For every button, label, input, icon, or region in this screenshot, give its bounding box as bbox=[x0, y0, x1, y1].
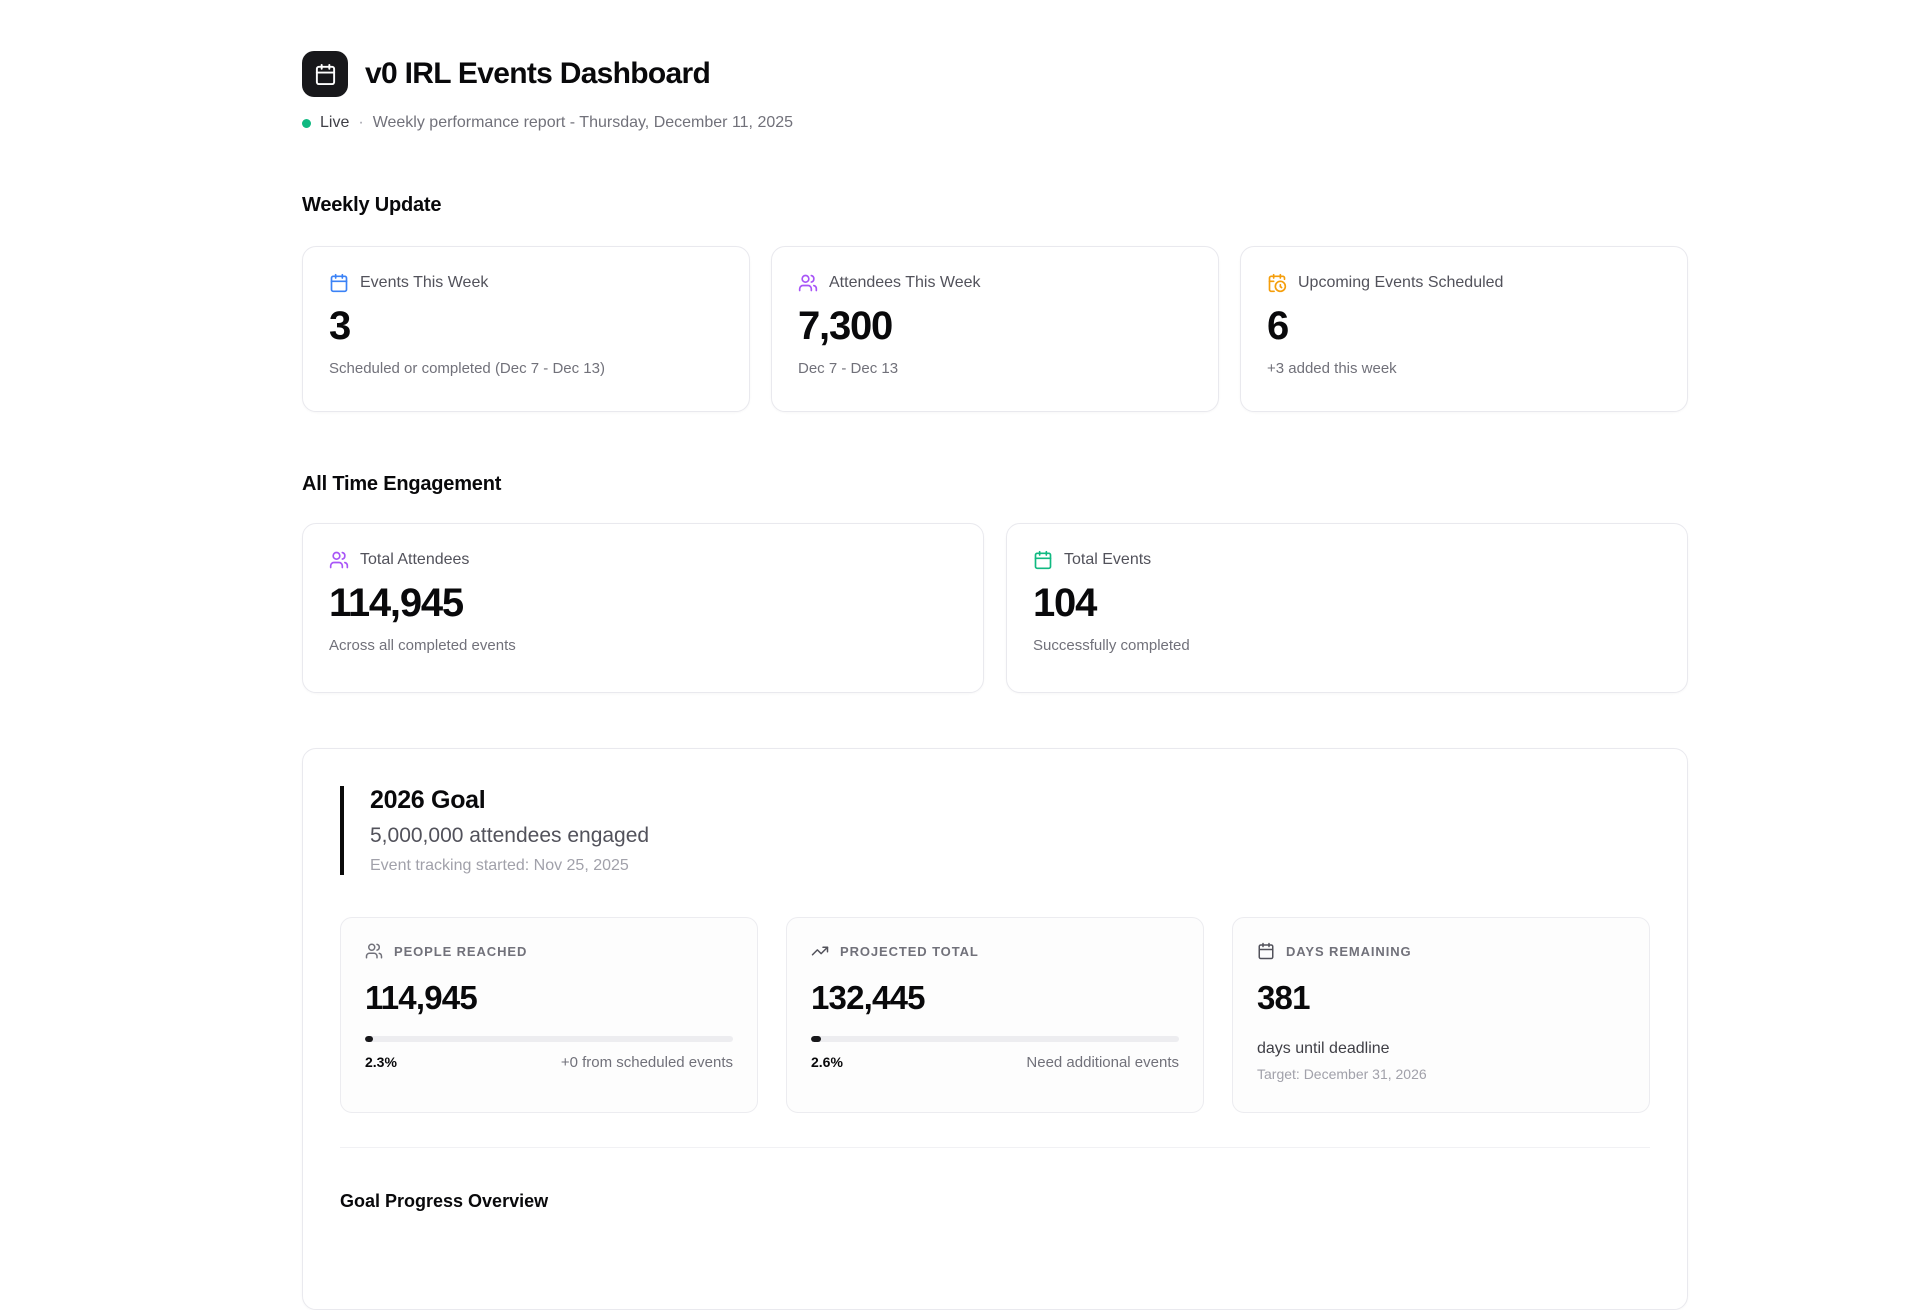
goal-title: 2026 Goal bbox=[370, 786, 1650, 815]
goal-header: 2026 Goal 5,000,000 attendees engaged Ev… bbox=[340, 786, 1650, 875]
total-attendees-card: Total Attendees 114,945 Across all compl… bbox=[302, 523, 984, 693]
stat-label: DAYS REMAINING bbox=[1286, 944, 1412, 959]
card-label-row: Upcoming Events Scheduled bbox=[1267, 273, 1661, 293]
stat-target-date: Target: December 31, 2026 bbox=[1257, 1066, 1625, 1082]
stat-meta-row: 2.3% +0 from scheduled events bbox=[365, 1054, 733, 1071]
card-caption: Across all completed events bbox=[329, 637, 957, 654]
card-label: Attendees This Week bbox=[829, 274, 981, 292]
goal-stats-grid: PEOPLE REACHED 114,945 2.3% +0 from sche… bbox=[340, 917, 1650, 1113]
card-caption: Dec 7 - Dec 13 bbox=[798, 360, 1192, 377]
progress-bar-fill bbox=[365, 1036, 373, 1042]
card-value: 6 bbox=[1267, 304, 1661, 349]
goal-tracking-note: Event tracking started: Nov 25, 2025 bbox=[370, 857, 1650, 875]
stat-label-row: DAYS REMAINING bbox=[1257, 942, 1625, 960]
card-label: Total Attendees bbox=[360, 551, 469, 569]
stat-label: PEOPLE REACHED bbox=[394, 944, 527, 959]
trending-up-icon bbox=[811, 942, 829, 960]
progress-bar-track bbox=[811, 1036, 1179, 1042]
status-separator: · bbox=[358, 114, 363, 132]
attendees-this-week-card: Attendees This Week 7,300 Dec 7 - Dec 13 bbox=[771, 246, 1219, 412]
card-caption: +3 added this week bbox=[1267, 360, 1661, 377]
stat-value: 132,445 bbox=[811, 979, 1179, 1017]
progress-bar-fill bbox=[811, 1036, 821, 1042]
card-label-row: Total Events bbox=[1033, 550, 1661, 570]
stat-meta-row: 2.6% Need additional events bbox=[811, 1054, 1179, 1071]
card-label-row: Events This Week bbox=[329, 273, 723, 293]
upcoming-events-card: Upcoming Events Scheduled 6 +3 added thi… bbox=[1240, 246, 1688, 412]
progress-bar-track bbox=[365, 1036, 733, 1042]
calendar-icon bbox=[314, 63, 337, 86]
card-caption: Successfully completed bbox=[1033, 637, 1661, 654]
card-value: 114,945 bbox=[329, 581, 957, 626]
card-label: Upcoming Events Scheduled bbox=[1298, 274, 1503, 292]
card-value: 7,300 bbox=[798, 304, 1192, 349]
stat-value: 114,945 bbox=[365, 979, 733, 1017]
progress-percent-label: 2.6% bbox=[811, 1054, 843, 1070]
card-label-row: Attendees This Week bbox=[798, 273, 1192, 293]
weekly-cards-grid: Events This Week 3 Scheduled or complete… bbox=[302, 246, 1688, 412]
stat-caption: days until deadline bbox=[1257, 1040, 1625, 1058]
progress-percent-label: 2.3% bbox=[365, 1054, 397, 1070]
stat-label: PROJECTED TOTAL bbox=[840, 944, 979, 959]
stat-label-row: PEOPLE REACHED bbox=[365, 942, 733, 960]
alltime-cards-grid: Total Attendees 114,945 Across all compl… bbox=[302, 523, 1688, 693]
stat-value: 381 bbox=[1257, 979, 1625, 1017]
progress-note: +0 from scheduled events bbox=[561, 1054, 733, 1071]
page-title: v0 IRL Events Dashboard bbox=[365, 57, 710, 91]
report-subtitle: Weekly performance report - Thursday, De… bbox=[373, 114, 793, 132]
live-status-dot bbox=[302, 119, 311, 128]
card-value: 3 bbox=[329, 304, 723, 349]
events-this-week-card: Events This Week 3 Scheduled or complete… bbox=[302, 246, 750, 412]
goal-progress-overview-heading: Goal Progress Overview bbox=[340, 1191, 1650, 1212]
calendar-icon bbox=[1257, 942, 1275, 960]
card-label-row: Total Attendees bbox=[329, 550, 957, 570]
calendar-icon bbox=[1033, 550, 1053, 570]
card-label: Total Events bbox=[1064, 551, 1151, 569]
dashboard-page: v0 IRL Events Dashboard Live · Weekly pe… bbox=[302, 0, 1688, 1310]
stat-label-row: PROJECTED TOTAL bbox=[811, 942, 1179, 960]
projected-total-card: PROJECTED TOTAL 132,445 2.6% Need additi… bbox=[786, 917, 1204, 1113]
calendar-icon bbox=[329, 273, 349, 293]
users-icon bbox=[329, 550, 349, 570]
calendar-clock-icon bbox=[1267, 273, 1287, 293]
users-icon bbox=[365, 942, 383, 960]
divider bbox=[340, 1147, 1650, 1148]
progress-note: Need additional events bbox=[1026, 1054, 1179, 1071]
all-time-engagement-heading: All Time Engagement bbox=[302, 473, 1688, 496]
app-logo bbox=[302, 51, 348, 97]
users-icon bbox=[798, 273, 818, 293]
live-status-label: Live bbox=[320, 114, 349, 132]
goal-subtitle: 5,000,000 attendees engaged bbox=[370, 824, 1650, 848]
card-label: Events This Week bbox=[360, 274, 488, 292]
card-caption: Scheduled or completed (Dec 7 - Dec 13) bbox=[329, 360, 723, 377]
page-header: v0 IRL Events Dashboard bbox=[302, 51, 1688, 97]
days-remaining-card: DAYS REMAINING 381 days until deadline T… bbox=[1232, 917, 1650, 1113]
people-reached-card: PEOPLE REACHED 114,945 2.3% +0 from sche… bbox=[340, 917, 758, 1113]
card-value: 104 bbox=[1033, 581, 1661, 626]
goal-panel: 2026 Goal 5,000,000 attendees engaged Ev… bbox=[302, 748, 1688, 1310]
status-row: Live · Weekly performance report - Thurs… bbox=[302, 114, 1688, 132]
weekly-update-heading: Weekly Update bbox=[302, 194, 1688, 217]
total-events-card: Total Events 104 Successfully completed bbox=[1006, 523, 1688, 693]
